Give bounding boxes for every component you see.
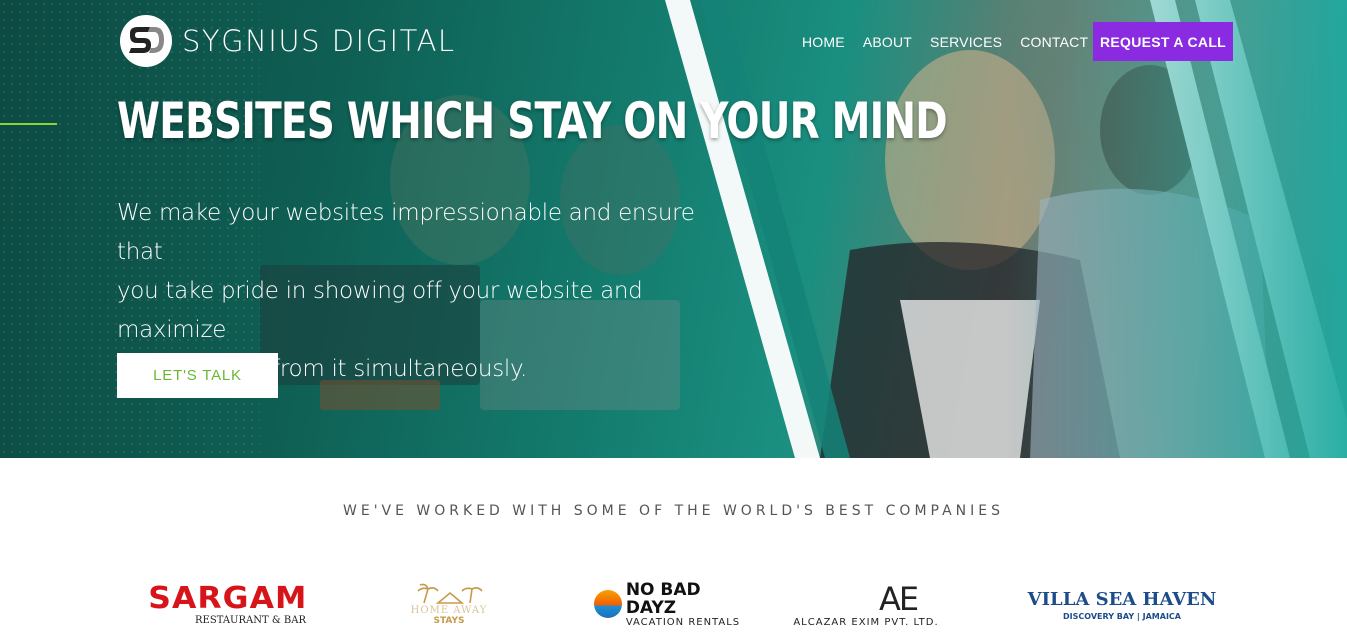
hero-subtext-line: We make your websites impressionable and… [117, 200, 695, 265]
client-logo-home-away-stays: HOME AWAY STAYS [408, 572, 490, 636]
client-logo-sub: RESTAURANT & BAR [195, 614, 306, 626]
sunset-icon [594, 590, 622, 618]
palm-house-icon [417, 583, 483, 604]
main-nav: HOME ABOUT SERVICES CONTACT [802, 22, 1106, 61]
clients-heading: WE'VE WORKED WITH SOME OF THE WORLD'S BE… [343, 503, 1004, 519]
hero-right-shade [1007, 0, 1347, 458]
client-logo-sub: VACATION RENTALS [625, 616, 741, 628]
nav-home[interactable]: HOME [802, 34, 845, 50]
client-logo-name: NO BAD DAYZ [625, 579, 701, 618]
client-logo-alcazar-exim: AE ALCAZAR EXIM PVT. LTD. [793, 572, 984, 636]
lets-talk-button[interactable]: LET'S TALK [117, 353, 278, 398]
client-logo-name: AE [878, 579, 919, 618]
client-logo-no-bad-dayz: NO BAD DAYZ VACATION RENTALS [594, 572, 756, 636]
hero-subtext-line: you take pride in showing off your websi… [117, 278, 643, 343]
nav-about[interactable]: ABOUT [863, 34, 912, 50]
brand-name: SYGNIUS DIGITAL [182, 24, 456, 58]
hero-banner: SYGNIUS DIGITAL HOME ABOUT SERVICES CONT… [0, 0, 1347, 458]
brand-logo[interactable]: SYGNIUS DIGITAL [120, 15, 456, 67]
client-logo-name: SARGAM [147, 580, 308, 616]
client-logo-sargam: SARGAM RESTAURANT & BAR [145, 572, 310, 636]
client-logo-sub: STAYS [433, 615, 465, 626]
sd-monogram-icon [120, 15, 172, 67]
client-logo-name: VILLA SEA HAVEN [1027, 588, 1217, 610]
client-logo-name: HOME AWAY [410, 604, 488, 616]
nav-services[interactable]: SERVICES [930, 34, 1002, 50]
client-logo-villa-sea-haven: VILLA SEA HAVEN DISCOVERY BAY | JAMAICA [1028, 572, 1217, 636]
client-logo-sub: DISCOVERY BAY | JAMAICA [1063, 611, 1181, 621]
client-logo-sub: ALCAZAR EXIM PVT. LTD. [793, 616, 939, 628]
nav-contact[interactable]: CONTACT [1020, 34, 1088, 50]
request-call-button[interactable]: REQUEST A CALL [1093, 22, 1233, 61]
hero-headline: WEBSITES WHICH STAY ON YOUR MIND [117, 92, 948, 150]
accent-rule [0, 123, 57, 125]
